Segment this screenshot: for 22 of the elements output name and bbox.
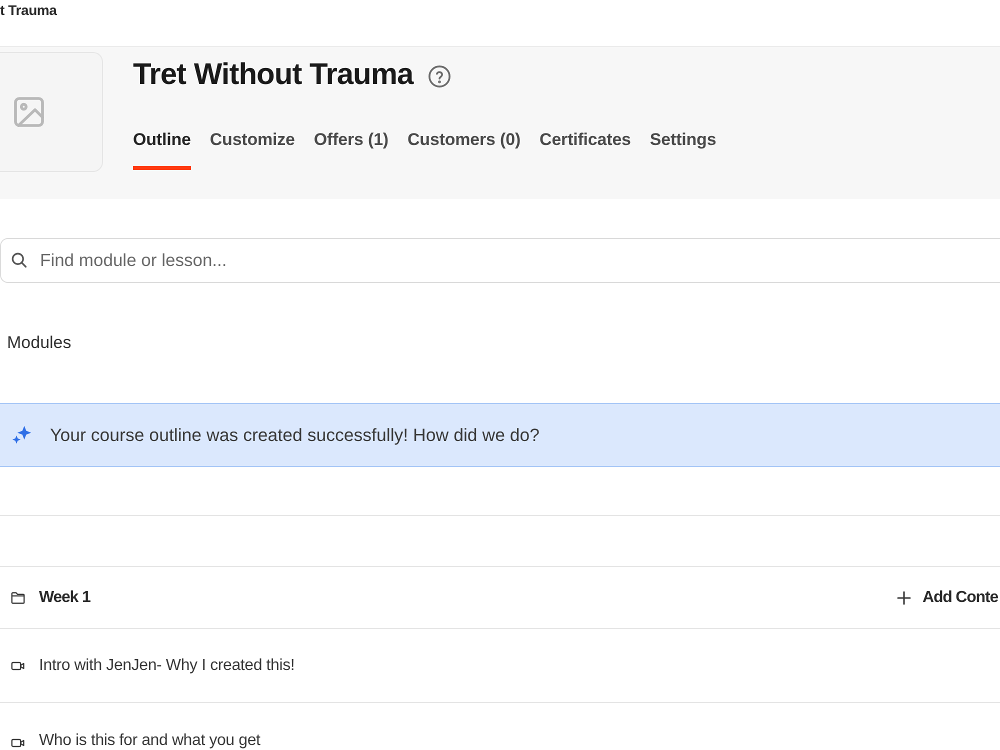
module-title[interactable]: Week 1 — [39, 588, 90, 606]
add-content-button[interactable]: Add Conte — [896, 584, 1000, 610]
tab[interactable]: Settings — [650, 130, 716, 170]
video-camera-icon — [11, 736, 25, 750]
image-icon — [11, 94, 47, 130]
modules-count: Modules — [7, 333, 72, 353]
tab[interactable]: Customize — [210, 130, 295, 170]
tab[interactable]: Offers (1) — [314, 130, 388, 170]
search-field[interactable]: Find module or lesson... — [0, 238, 1000, 283]
lesson-title[interactable]: Intro with JenJen- Why I created this! — [39, 656, 295, 675]
plus-icon — [896, 590, 911, 604]
tab[interactable]: Certificates — [540, 130, 631, 170]
lesson-title[interactable]: Who is this for and what you get — [39, 731, 260, 750]
banner-message: Your course outline was created successfully! How did we do? — [50, 424, 540, 446]
sparkle-icon — [11, 424, 33, 446]
breadcrumb-link[interactable]: t Trauma — [0, 1, 57, 19]
help-icon[interactable] — [428, 64, 452, 88]
course-title: Tret Without Trauma — [133, 57, 414, 93]
tab[interactable]: Customers (0) — [408, 130, 521, 170]
folder-icon — [11, 590, 25, 604]
tab[interactable]: Outline — [133, 130, 191, 170]
search-icon — [10, 251, 28, 269]
